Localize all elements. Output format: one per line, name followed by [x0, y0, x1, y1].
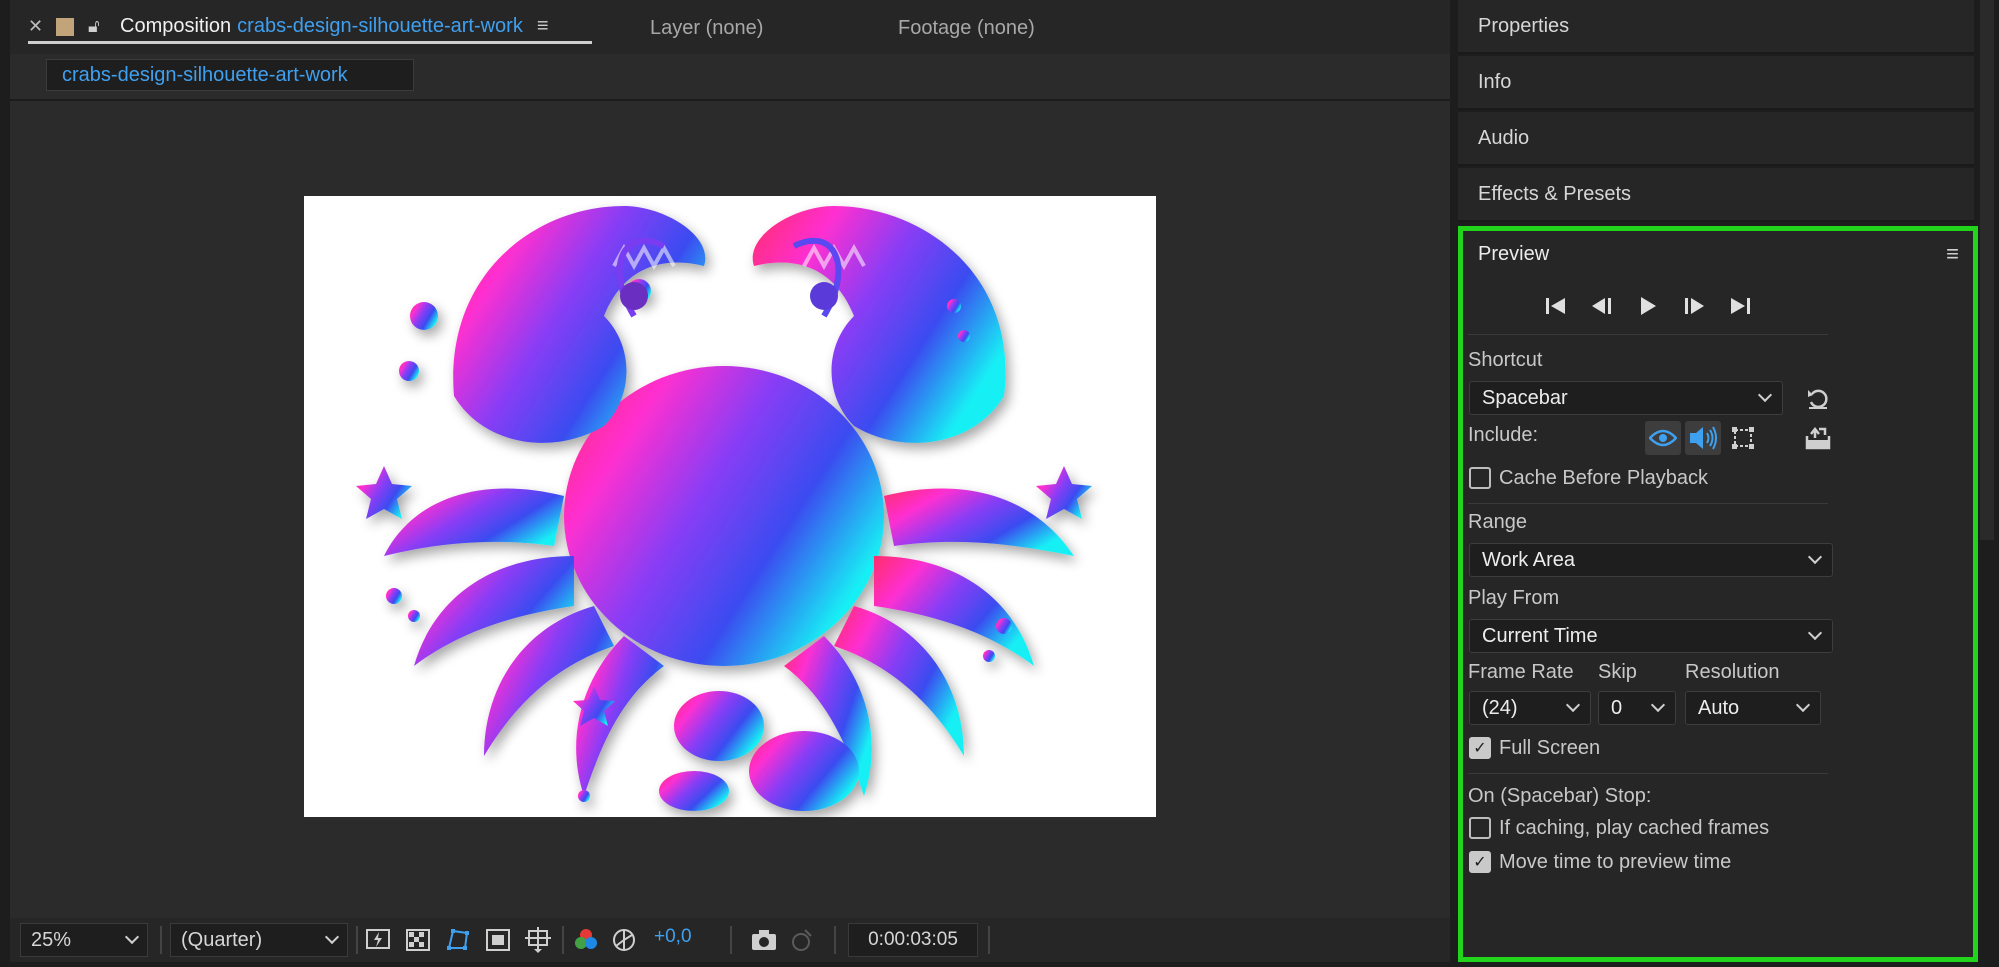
show-snapshot-icon[interactable] — [788, 926, 816, 954]
divider — [988, 926, 990, 954]
eye-icon[interactable] — [1645, 421, 1681, 455]
last-frame-icon[interactable] — [1727, 293, 1753, 319]
chevron-down-icon — [1757, 387, 1773, 403]
after-effects-window: ✕ 🔓︎ Composition crabs-design-silhouette… — [0, 0, 1999, 967]
panel-info[interactable]: Info — [1458, 56, 1974, 110]
full-screen-label: Full Screen — [1499, 737, 1601, 759]
move-time-label: Move time to preview time — [1499, 851, 1732, 873]
cache-before-playback-checkbox[interactable] — [1469, 467, 1491, 489]
shortcut-dropdown[interactable]: Spacebar — [1469, 381, 1783, 415]
chevron-down-icon — [1807, 549, 1823, 565]
cache-before-playback-label: Cache Before Playback — [1499, 467, 1709, 489]
export-icon[interactable] — [1803, 423, 1833, 453]
tab-layer[interactable]: Layer (none) — [650, 12, 763, 44]
if-caching-checkbox[interactable] — [1469, 817, 1491, 839]
full-screen-checkbox[interactable]: ✓ — [1469, 737, 1491, 759]
divider — [730, 926, 732, 954]
previous-frame-icon[interactable] — [1589, 293, 1615, 319]
divider — [10, 99, 1450, 101]
viewer-toolbar: 25% (Quarter) +0,0 0:00:03:05 — [10, 918, 1450, 962]
close-icon[interactable]: ✕ — [28, 16, 56, 37]
color-channels-icon[interactable] — [572, 926, 600, 954]
divider — [1468, 503, 1828, 504]
preview-panel: Preview ≡ Shortcut Spacebar Include: Cac… — [1458, 226, 1978, 962]
transport-controls — [1543, 293, 1753, 319]
divider — [160, 926, 162, 954]
resolution-label: Resolution — [1685, 661, 1780, 683]
reset-icon[interactable] — [1803, 383, 1833, 413]
snapshot-icon[interactable] — [750, 926, 778, 954]
exposure-value[interactable]: +0,0 — [654, 926, 692, 948]
composition-viewer-canvas[interactable] — [304, 196, 1156, 817]
chevron-down-icon — [1795, 697, 1811, 713]
overlays-icon[interactable] — [1725, 421, 1761, 455]
tab-composition-label: Composition — [120, 15, 232, 37]
include-label: Include: — [1468, 424, 1539, 446]
panel-scrollbar[interactable] — [1980, 0, 1994, 540]
play-from-value: Current Time — [1482, 624, 1598, 647]
composition-breadcrumb[interactable]: crabs-design-silhouette-art-work — [46, 59, 414, 91]
speaker-icon[interactable] — [1685, 421, 1721, 455]
menu-icon[interactable]: ≡ — [537, 15, 549, 38]
chevron-down-icon — [1650, 697, 1666, 713]
shortcut-label: Shortcut — [1468, 349, 1543, 371]
play-from-label: Play From — [1468, 587, 1560, 609]
panel-audio[interactable]: Audio — [1458, 112, 1974, 166]
chevron-down-icon — [124, 929, 140, 945]
resolution-value: Auto — [1698, 696, 1740, 719]
guides-icon[interactable] — [524, 926, 552, 954]
range-value: Work Area — [1482, 548, 1575, 571]
crab-artwork-image — [356, 206, 1092, 811]
divider — [1468, 773, 1828, 774]
zoom-dropdown[interactable]: 25% — [20, 923, 148, 957]
skip-value: 0 — [1611, 696, 1623, 719]
move-time-checkbox[interactable]: ✓ — [1469, 851, 1491, 873]
panel-properties[interactable]: Properties — [1458, 0, 1974, 54]
range-dropdown[interactable]: Work Area — [1469, 543, 1833, 577]
divider — [834, 926, 836, 954]
first-frame-icon[interactable] — [1543, 293, 1569, 319]
frame-rate-label: Frame Rate — [1468, 661, 1574, 683]
panel-effects-presets[interactable]: Effects & Presets — [1458, 168, 1974, 222]
skip-label: Skip — [1598, 661, 1637, 683]
divider — [1468, 334, 1828, 335]
current-time-display[interactable]: 0:00:03:05 — [848, 923, 978, 957]
zoom-value: 25% — [31, 928, 72, 951]
divider — [562, 926, 564, 954]
right-panels: Properties Info Audio Effects & Presets … — [1458, 0, 1999, 967]
play-icon[interactable] — [1635, 293, 1661, 319]
on-stop-label: On (Spacebar) Stop: — [1468, 785, 1652, 807]
if-caching-label: If caching, play cached frames — [1499, 817, 1770, 839]
composition-panel: ✕ 🔓︎ Composition crabs-design-silhouette… — [10, 0, 1450, 962]
chevron-down-icon — [1807, 625, 1823, 641]
mask-path-icon[interactable] — [444, 926, 472, 954]
resolution-value: (Quarter) — [181, 928, 263, 951]
resolution-dropdown[interactable]: (Quarter) — [170, 923, 348, 957]
composition-tabbar: ✕ 🔓︎ Composition crabs-design-silhouette… — [10, 0, 1450, 54]
reset-exposure-icon[interactable] — [610, 926, 638, 954]
tab-composition[interactable]: ✕ 🔓︎ Composition crabs-design-silhouette… — [28, 12, 592, 44]
tab-footage[interactable]: Footage (none) — [898, 12, 1035, 44]
next-frame-icon[interactable] — [1681, 293, 1707, 319]
region-of-interest-icon[interactable] — [484, 926, 512, 954]
frame-rate-value: (24) — [1482, 696, 1518, 719]
shortcut-value: Spacebar — [1482, 386, 1568, 409]
fast-preview-icon[interactable] — [364, 926, 392, 954]
transparency-grid-icon[interactable] — [404, 926, 432, 954]
skip-dropdown[interactable]: 0 — [1598, 691, 1676, 725]
preview-title: Preview — [1478, 243, 1550, 265]
chevron-down-icon — [1565, 697, 1581, 713]
divider — [356, 926, 358, 954]
lock-icon[interactable]: 🔓︎ — [88, 16, 110, 37]
frame-rate-dropdown[interactable]: (24) — [1469, 691, 1591, 725]
resolution-dropdown[interactable]: Auto — [1685, 691, 1821, 725]
play-from-dropdown[interactable]: Current Time — [1469, 619, 1833, 653]
panel-menu-icon[interactable]: ≡ — [1946, 241, 1959, 267]
tab-composition-name: crabs-design-silhouette-art-work — [237, 15, 523, 37]
chevron-down-icon — [324, 929, 340, 945]
composition-color-swatch — [56, 17, 74, 36]
range-label: Range — [1468, 511, 1527, 533]
